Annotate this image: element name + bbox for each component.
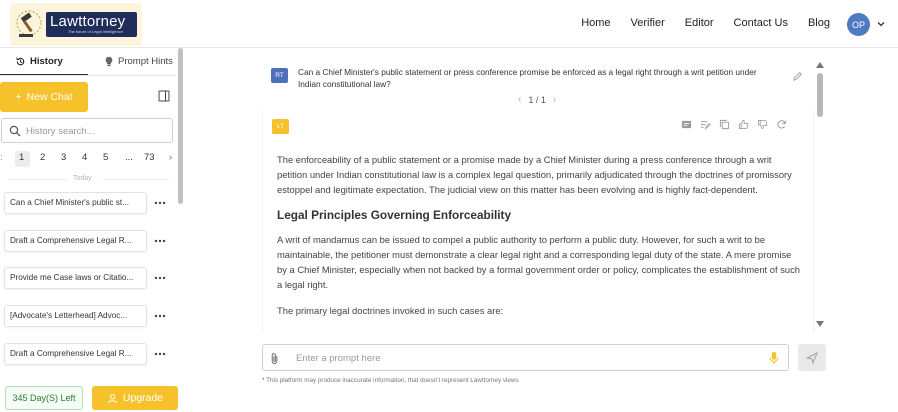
answer-body: The enforceability of a public statement…: [277, 152, 803, 329]
divider: [8, 179, 68, 180]
microphone-icon[interactable]: [769, 351, 779, 365]
history-item[interactable]: Draft a Comprehensive Legal R...: [4, 230, 147, 252]
today-label: Today: [73, 175, 92, 182]
nav-editor[interactable]: Editor: [685, 17, 714, 29]
user-message-avatar: RT: [271, 68, 288, 83]
thumbs-down-icon[interactable]: [757, 119, 768, 130]
pagination-page-4[interactable]: 4: [82, 152, 87, 163]
disclaimer-asterisk: *: [262, 377, 265, 384]
prompt-box: [262, 344, 789, 371]
tab-prompt-hints-label: Prompt Hints: [118, 56, 173, 67]
sidebar-tabs: History Prompt Hints: [0, 48, 176, 76]
new-chat-label: New Chat: [26, 91, 73, 103]
nav-contact-us[interactable]: Contact Us: [734, 17, 788, 29]
assistant-answer: LT The enforceability of a public statem…: [262, 110, 814, 332]
more-options-icon[interactable]: [154, 313, 166, 319]
lightbulb-icon: [105, 56, 113, 67]
top-header: Lawttorney The future of Legal Intellige…: [0, 0, 898, 48]
gavel-icon: [16, 10, 42, 37]
send-icon: [806, 351, 818, 364]
brand-logo[interactable]: Lawttorney The future of Legal Intellige…: [10, 3, 142, 46]
more-options-icon[interactable]: [154, 238, 166, 244]
answer-paragraph: A writ of mandamus can be issued to comp…: [277, 234, 800, 290]
assistant-avatar: LT: [272, 119, 289, 134]
pagination-page-1[interactable]: 1: [19, 152, 24, 163]
brand-name: Lawttorney: [50, 13, 126, 30]
edit-list-icon[interactable]: [700, 119, 711, 130]
history-search: [1, 118, 173, 143]
upgrade-label: Upgrade: [122, 392, 164, 404]
pagination-page-last[interactable]: 73: [144, 152, 155, 163]
disclaimer-text: This platform may produce inaccurate inf…: [266, 377, 519, 384]
more-options-icon[interactable]: [154, 275, 166, 281]
response-count: 1 / 1: [528, 94, 546, 105]
history-item[interactable]: Draft a Comprehensive Legal R...: [4, 343, 147, 365]
chevron-down-icon[interactable]: [876, 19, 886, 29]
plus-icon: +: [15, 91, 22, 103]
tab-history[interactable]: History: [15, 56, 63, 67]
pagination-page-5[interactable]: 5: [103, 152, 108, 163]
main-nav: Home Verifier Editor Contact Us Blog: [561, 17, 830, 29]
document-icon[interactable]: [681, 119, 692, 130]
chat-scrollbar[interactable]: [817, 73, 823, 117]
pagination-page-2[interactable]: 2: [40, 152, 45, 163]
scroll-down-icon[interactable]: [816, 321, 824, 327]
upgrade-button[interactable]: Upgrade: [92, 386, 178, 410]
sidebar-toggle-icon[interactable]: [158, 90, 170, 102]
logo-wordmark: Lawttorney The future of Legal Intellige…: [46, 12, 137, 37]
history-item[interactable]: [Advocate's Letterhead] Advoc...: [4, 305, 147, 327]
regenerate-icon[interactable]: [776, 119, 787, 130]
nav-home[interactable]: Home: [581, 17, 610, 29]
prompt-input[interactable]: [296, 351, 736, 365]
nav-verifier[interactable]: Verifier: [631, 17, 665, 29]
more-options-icon[interactable]: [154, 200, 166, 206]
user-icon: [107, 393, 117, 403]
thumbs-up-icon[interactable]: [738, 119, 749, 130]
history-icon: [16, 57, 25, 66]
answer-heading: Legal Principles Governing Enforceabilit…: [277, 208, 512, 222]
tab-prompt-hints[interactable]: Prompt Hints: [104, 56, 173, 67]
more-options-icon[interactable]: [154, 351, 166, 357]
history-item[interactable]: Provide me Case laws or Citatio...: [4, 267, 147, 289]
answer-paragraph: The primary legal doctrines invoked in s…: [277, 305, 504, 316]
tabs-divider: [0, 75, 176, 76]
question-text: Can a Chief Minister's public statement …: [298, 67, 757, 89]
sidebar-scrollbar[interactable]: [178, 48, 183, 204]
send-button[interactable]: [798, 344, 826, 371]
history-item[interactable]: Can a Chief Minister's public st...: [4, 192, 147, 214]
search-icon: [9, 125, 21, 137]
copy-icon[interactable]: [719, 119, 730, 130]
days-left-badge: 345 Day(S) Left: [5, 386, 83, 410]
next-response-icon[interactable]: ›: [553, 94, 556, 105]
answer-paragraph: The enforceability of a public statement…: [277, 154, 792, 195]
pagination-prev[interactable]: :: [0, 152, 3, 163]
prev-response-icon[interactable]: ‹: [518, 94, 521, 105]
answer-actions: [681, 119, 787, 131]
history-search-input[interactable]: [26, 123, 166, 139]
response-pager: ‹ 1 / 1 ›: [518, 94, 556, 105]
nav-blog[interactable]: Blog: [808, 17, 830, 29]
attachment-icon[interactable]: [269, 352, 281, 365]
divider: [103, 179, 170, 180]
tab-history-label: History: [30, 56, 63, 67]
pagination-page-3[interactable]: 3: [61, 152, 66, 163]
history-sidebar: History Prompt Hints + New Chat : 1 2 3: [0, 48, 184, 412]
disclaimer-note: * This platform may produce inaccurate i…: [262, 377, 519, 384]
user-question: RT Can a Chief Minister's public stateme…: [262, 62, 812, 92]
brand-tagline: The future of Legal Intelligence: [68, 29, 123, 34]
scroll-up-icon[interactable]: [816, 62, 824, 68]
new-chat-button[interactable]: + New Chat: [0, 82, 88, 112]
edit-pencil-icon[interactable]: [792, 71, 803, 82]
user-avatar[interactable]: OP: [847, 13, 870, 36]
history-pagination: : 1 2 3 4 5 ... 73 ›: [0, 151, 176, 167]
pagination-next[interactable]: ›: [169, 152, 172, 163]
pagination-ellipsis: ...: [125, 152, 133, 163]
